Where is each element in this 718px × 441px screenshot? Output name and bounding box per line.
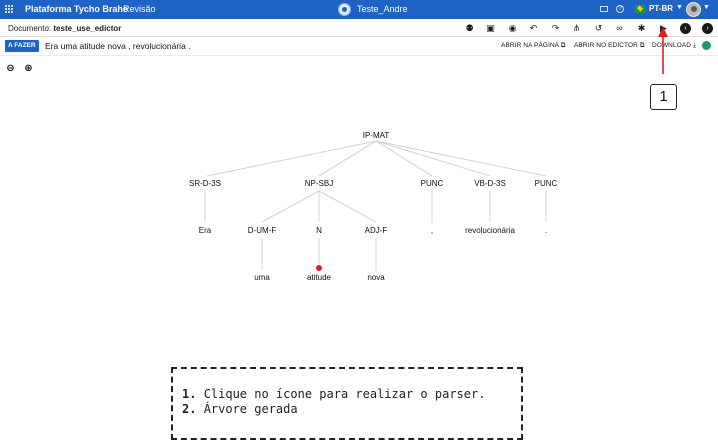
- open-in-page-link[interactable]: ABRIR NA PÁGINA ⧉: [501, 42, 566, 50]
- tree-node[interactable]: PUNC: [535, 179, 558, 188]
- platform-brand[interactable]: Plataforma Tycho Brahe: [25, 4, 128, 14]
- tree-node[interactable]: D-UM-F: [248, 226, 277, 235]
- user-globe-icon: [338, 3, 351, 16]
- redo-icon[interactable]: ↷: [550, 23, 561, 34]
- brazil-flag-icon[interactable]: [635, 5, 646, 13]
- document-label: Documento: teste_use_edictor: [8, 24, 122, 33]
- chevron-down-icon[interactable]: ▼: [676, 4, 683, 11]
- tree-node[interactable]: SR-D-3S: [189, 179, 221, 188]
- open-in-edictor-link[interactable]: ABRIR NO EDICTOR ⧉: [574, 42, 645, 50]
- tree-node-root[interactable]: IP-MAT: [363, 131, 390, 140]
- chevron-down-icon[interactable]: ▼: [703, 4, 710, 11]
- tree-leaf[interactable]: uma: [254, 273, 270, 282]
- next-circle-icon[interactable]: ›: [702, 23, 713, 34]
- syntax-tree-canvas: IP-MAT SR-D-3S NP-SBJ PUNC VB-D-3S PUNC …: [189, 131, 558, 282]
- sentence-text: Era uma atitude nova , revolucionária .: [45, 41, 191, 51]
- tree-node[interactable]: N: [316, 226, 322, 235]
- annotation-note: 1. Clique no ícone para realizar o parse…: [171, 367, 523, 440]
- note-step-2: 2. Árvore gerada: [182, 402, 298, 416]
- keyboard-icon[interactable]: [600, 6, 608, 12]
- note-step-1: 1. Clique no ícone para realizar o parse…: [182, 387, 486, 401]
- users-icon[interactable]: ⚉: [464, 23, 475, 34]
- document-name: teste_use_edictor: [53, 24, 122, 33]
- annotation-marker: 1: [650, 84, 677, 110]
- download-link[interactable]: DOWNLOAD ⤓: [652, 42, 696, 50]
- tree-node[interactable]: NP-SBJ: [305, 179, 333, 188]
- bug-icon[interactable]: ✱: [636, 23, 647, 34]
- save-icon[interactable]: ▣: [485, 23, 496, 34]
- download-icon: ⤓: [693, 42, 696, 49]
- username[interactable]: Teste_Andre: [357, 4, 408, 14]
- tree-node[interactable]: VB-D-3S: [474, 179, 506, 188]
- external-link-icon: ⧉: [560, 42, 566, 49]
- tree-node[interactable]: ADJ-F: [365, 226, 388, 235]
- help-icon[interactable]: ?: [616, 5, 624, 13]
- split-icon[interactable]: ⋔: [571, 23, 582, 34]
- syntax-tree: IP-MAT SR-D-3S NP-SBJ PUNC VB-D-3S PUNC …: [0, 56, 718, 356]
- tree-leaf[interactable]: ,: [431, 226, 433, 235]
- document-toolbar: Documento: teste_use_edictor ⚉ ▣ ◉ ↶ ↷ ⋔…: [0, 19, 718, 37]
- mode-label: Revisão: [123, 4, 156, 14]
- app-root: Plataforma Tycho Brahe Revisão Teste_And…: [0, 0, 718, 441]
- undo-icon[interactable]: ↶: [528, 23, 539, 34]
- selected-node-dot[interactable]: [316, 265, 322, 271]
- eye-icon[interactable]: ◉: [507, 23, 518, 34]
- language-selector[interactable]: PT-BR: [649, 4, 673, 13]
- status-badge[interactable]: A FAZER: [5, 40, 39, 52]
- tree-leaf[interactable]: revolucionária: [465, 226, 515, 235]
- sentence-bar: A FAZER Era uma atitude nova , revolucio…: [0, 37, 718, 56]
- tree-leaf[interactable]: .: [545, 226, 547, 235]
- tree-node[interactable]: PUNC: [421, 179, 444, 188]
- tree-leaf[interactable]: nova: [367, 273, 385, 282]
- prev-circle-icon[interactable]: ‹: [680, 23, 691, 34]
- history-icon[interactable]: ↺: [593, 23, 604, 34]
- tree-leaf[interactable]: Era: [199, 226, 212, 235]
- link-icon[interactable]: ∞: [614, 23, 625, 34]
- external-link-icon: ⧉: [639, 42, 645, 49]
- apps-grid-icon[interactable]: [5, 5, 13, 13]
- play-icon[interactable]: ▶: [658, 23, 669, 34]
- tree-edges: [204, 140, 547, 270]
- top-navbar: Plataforma Tycho Brahe Revisão Teste_And…: [0, 0, 718, 19]
- status-dot: [702, 41, 711, 50]
- avatar[interactable]: [686, 2, 701, 17]
- tree-leaf[interactable]: atitude: [307, 273, 332, 282]
